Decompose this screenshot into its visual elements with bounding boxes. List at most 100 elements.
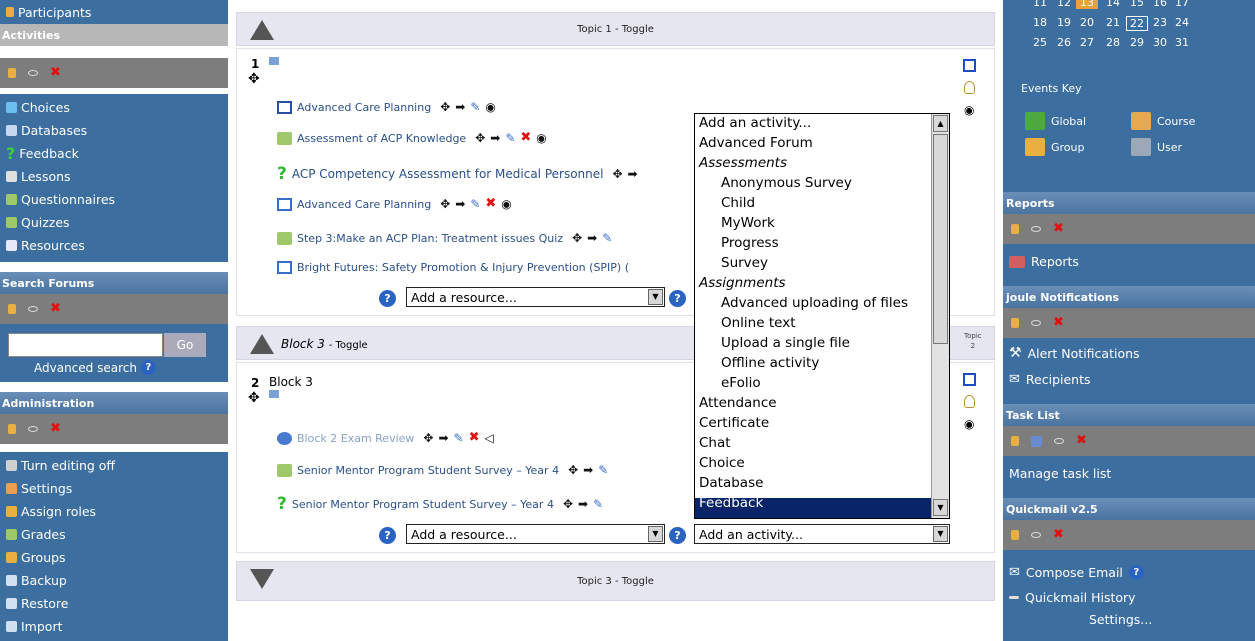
help-icon[interactable]: ? bbox=[379, 527, 396, 544]
scroll-down-icon[interactable]: ▼ bbox=[933, 499, 948, 516]
add-resource-select[interactable]: Add a resource... ▼ bbox=[406, 524, 665, 544]
calendar-day[interactable]: 12 bbox=[1053, 0, 1075, 9]
go-button[interactable]: Go bbox=[164, 333, 206, 357]
eye-icon[interactable]: ◉ bbox=[964, 103, 974, 117]
admin-groups[interactable]: Groups bbox=[6, 546, 66, 568]
calendar-day[interactable]: 18 bbox=[1029, 16, 1051, 29]
roles-icon[interactable] bbox=[1011, 530, 1019, 540]
eye-icon[interactable]: ◉ bbox=[964, 417, 974, 431]
help-icon[interactable]: ? bbox=[1128, 565, 1144, 580]
move-right-icon[interactable]: ➡ bbox=[438, 431, 448, 445]
eye-icon[interactable]: ◉ bbox=[485, 100, 495, 114]
highlight-lightbulb-icon[interactable] bbox=[964, 81, 975, 94]
move-right-icon[interactable]: ➡ bbox=[490, 131, 500, 145]
calendar-day[interactable]: 24 bbox=[1171, 16, 1193, 29]
calendar-day[interactable]: 16 bbox=[1149, 0, 1171, 9]
add-resource-select[interactable]: Add a resource... ▼ bbox=[406, 287, 665, 307]
calendar-day[interactable]: 15 bbox=[1126, 0, 1148, 9]
activity-lessons[interactable]: Lessons bbox=[6, 165, 71, 187]
activity-choices[interactable]: Choices bbox=[6, 96, 70, 118]
move-right-icon[interactable]: ➡ bbox=[455, 100, 465, 114]
event-group[interactable]: Group bbox=[1025, 138, 1085, 156]
activity-row[interactable]: Assessment of ACP Knowledge ✥ ➡ ✎ ✖ ◉ bbox=[277, 131, 547, 145]
admin-restore[interactable]: Restore bbox=[6, 592, 68, 614]
quickmail-settings-link[interactable]: Settings... bbox=[1089, 612, 1152, 627]
activity-databases[interactable]: Databases bbox=[6, 119, 87, 141]
delete-icon[interactable]: ✖ bbox=[520, 131, 531, 144]
manage-task-list-link[interactable]: Manage task list bbox=[1009, 466, 1111, 481]
scroll-up-icon[interactable]: ▲ bbox=[933, 115, 948, 132]
calendar-day[interactable]: 13 bbox=[1076, 0, 1098, 9]
search-input[interactable] bbox=[8, 333, 163, 357]
admin-settings[interactable]: Settings bbox=[6, 477, 72, 499]
move-right-icon[interactable]: ➡ bbox=[583, 463, 593, 477]
edit-icon[interactable]: ✎ bbox=[470, 197, 480, 211]
event-global[interactable]: Global bbox=[1025, 112, 1086, 130]
dropdown-scrollbar[interactable]: ▲ ▼ bbox=[931, 114, 949, 518]
calendar-day[interactable]: 27 bbox=[1076, 36, 1098, 49]
dropdown-option[interactable]: Offline activity bbox=[721, 355, 819, 371]
hide-icon[interactable] bbox=[1031, 320, 1041, 326]
alert-notifications-link[interactable]: ⚒ Alert Notifications bbox=[1009, 345, 1140, 361]
hide-icon[interactable] bbox=[1031, 532, 1041, 538]
add-activity-dropdown-list[interactable]: Add an activity... Advanced Forum Assessme… bbox=[694, 113, 950, 519]
scroll-thumb[interactable] bbox=[933, 134, 948, 344]
eye-icon[interactable]: ◉ bbox=[536, 131, 546, 145]
activity-row[interactable]: ? ACP Competency Assessment for Medical … bbox=[277, 164, 638, 184]
participants-link[interactable]: Participants bbox=[6, 1, 91, 23]
reports-link[interactable]: Reports bbox=[1009, 254, 1079, 269]
calendar-day[interactable]: 22 bbox=[1126, 16, 1148, 31]
admin-assign-roles[interactable]: Assign roles bbox=[6, 500, 96, 522]
dropdown-option[interactable]: Attendance bbox=[699, 395, 777, 411]
dropdown-option[interactable]: Add an activity... bbox=[699, 115, 811, 131]
calendar-day[interactable]: 28 bbox=[1102, 36, 1124, 49]
topic1-toggle-bar[interactable]: Topic 1 - Toggle bbox=[236, 12, 995, 46]
advanced-search-link[interactable]: Advanced search? bbox=[34, 360, 156, 375]
dropdown-option[interactable]: Certificate bbox=[699, 415, 769, 431]
compose-email-link[interactable]: ✉ Compose Email? bbox=[1009, 565, 1144, 580]
help-icon[interactable]: ? bbox=[379, 290, 396, 307]
admin-backup[interactable]: Backup bbox=[6, 569, 67, 591]
move-icon[interactable]: ✥ bbox=[568, 463, 578, 477]
help-icon[interactable]: ? bbox=[669, 290, 686, 307]
hide-icon[interactable] bbox=[28, 426, 38, 432]
move-icon[interactable]: ✥ bbox=[440, 100, 450, 114]
eye-closed-icon[interactable]: ◁ bbox=[485, 431, 494, 445]
edit-icon[interactable]: ✎ bbox=[593, 497, 603, 511]
dropdown-option[interactable]: eFolio bbox=[721, 375, 761, 391]
activity-row[interactable]: Advanced Care Planning ✥ ➡ ✎ ◉ bbox=[277, 100, 496, 114]
move-icon[interactable]: ✥ bbox=[423, 431, 433, 445]
dropdown-option[interactable]: Online text bbox=[721, 315, 795, 331]
dropdown-option[interactable]: Upload a single file bbox=[721, 335, 850, 351]
show-only-icon[interactable] bbox=[963, 59, 976, 72]
move-icon[interactable]: ✥ bbox=[248, 390, 260, 406]
dropdown-option[interactable]: Advanced Forum bbox=[699, 135, 813, 151]
dropdown-option[interactable]: Advanced uploading of files bbox=[721, 295, 908, 311]
roles-icon[interactable] bbox=[8, 424, 16, 434]
recipients-link[interactable]: ✉ Recipients bbox=[1009, 372, 1091, 387]
roles-icon[interactable] bbox=[8, 304, 16, 314]
hide-icon[interactable] bbox=[28, 70, 38, 76]
admin-import[interactable]: Import bbox=[6, 615, 63, 637]
calendar-day[interactable]: 17 bbox=[1171, 0, 1193, 9]
delete-icon[interactable]: ✖ bbox=[50, 302, 61, 315]
move-icon[interactable]: ✥ bbox=[440, 197, 450, 211]
calendar-day[interactable]: 21 bbox=[1102, 16, 1124, 29]
hide-icon[interactable] bbox=[1031, 226, 1041, 232]
delete-icon[interactable]: ✖ bbox=[50, 66, 61, 79]
edit-summary-icon[interactable] bbox=[269, 390, 279, 398]
dropdown-option[interactable]: Anonymous Survey bbox=[721, 175, 852, 191]
activity-questionnaires[interactable]: Questionnaires bbox=[6, 188, 115, 210]
activity-row[interactable]: Block 2 Exam Review ✥ ➡ ✎ ✖ ◁ bbox=[277, 431, 494, 445]
activity-quizzes[interactable]: Quizzes bbox=[6, 211, 70, 233]
delete-icon[interactable]: ✖ bbox=[469, 431, 480, 444]
dropdown-option[interactable]: Chat bbox=[699, 435, 731, 451]
event-course[interactable]: Course bbox=[1131, 112, 1195, 130]
dropdown-option[interactable]: Choice bbox=[699, 455, 745, 471]
delete-icon[interactable]: ✖ bbox=[485, 197, 496, 210]
dropdown-option[interactable]: MyWork bbox=[721, 215, 775, 231]
edit-icon[interactable]: ✎ bbox=[598, 463, 608, 477]
move-icon[interactable]: ✥ bbox=[248, 71, 260, 87]
dropdown-option[interactable]: Child bbox=[721, 195, 755, 211]
hide-icon[interactable] bbox=[1054, 438, 1064, 444]
